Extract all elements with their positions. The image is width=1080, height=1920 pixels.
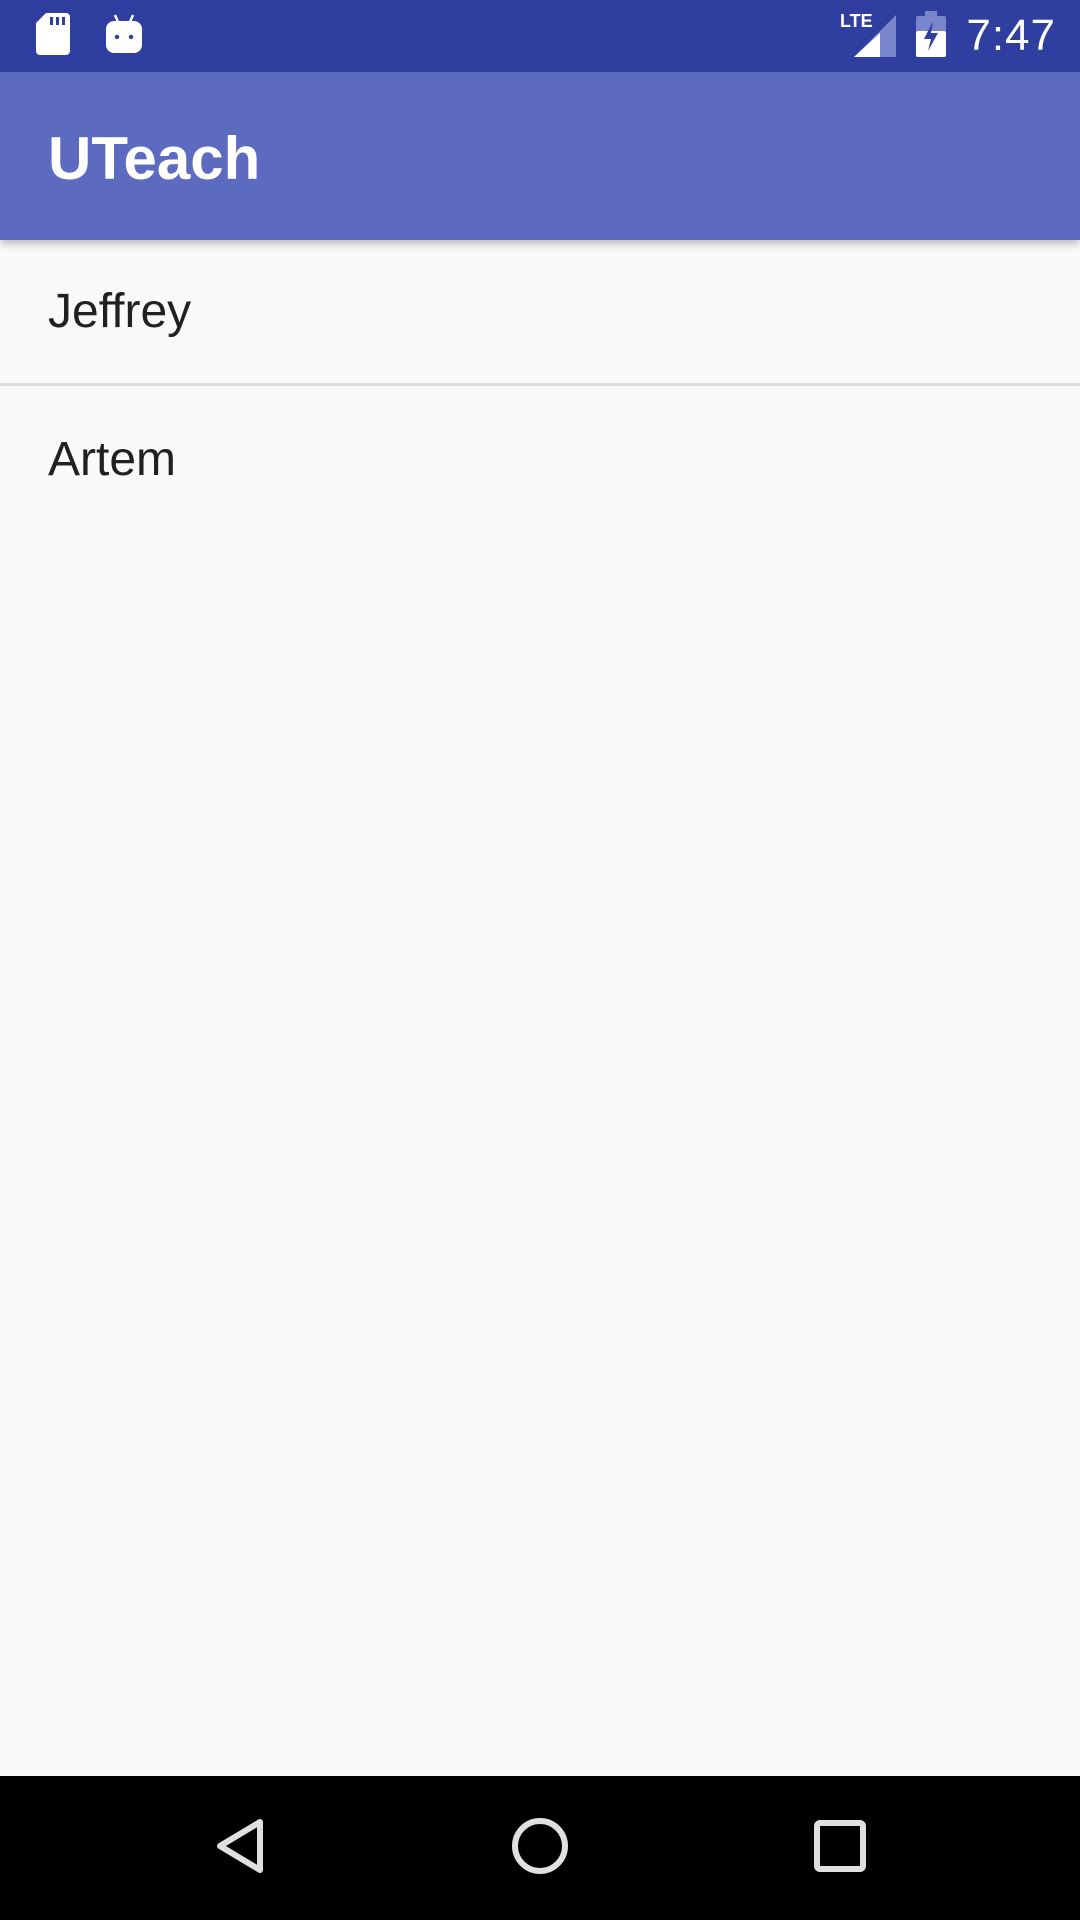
list-item-label: Jeffrey xyxy=(48,285,192,338)
navigation-bar xyxy=(0,1776,1080,1920)
back-icon xyxy=(212,1816,268,1881)
list-item[interactable]: Jeffrey xyxy=(0,240,1080,386)
teacher-list: Jeffrey Artem xyxy=(0,240,1080,532)
lte-signal-icon: LTE xyxy=(840,11,897,62)
status-time: 7:47 xyxy=(966,11,1056,60)
home-button[interactable] xyxy=(460,1776,620,1920)
sd-card-icon xyxy=(36,12,70,60)
home-icon xyxy=(510,1816,570,1881)
app-bar: UTeach xyxy=(0,72,1080,240)
svg-text:LTE: LTE xyxy=(840,11,873,31)
battery-charging-icon xyxy=(916,10,947,62)
list-item[interactable]: Artem xyxy=(0,386,1080,532)
recents-button[interactable] xyxy=(760,1776,920,1920)
list-item-label: Artem xyxy=(48,432,177,486)
status-bar: LTE 7:47 xyxy=(0,0,1080,72)
recents-icon xyxy=(813,1819,867,1878)
back-button[interactable] xyxy=(160,1776,320,1920)
status-left-icons xyxy=(36,0,142,72)
status-right-icons: LTE 7:47 xyxy=(840,0,1056,72)
app-title: UTeach xyxy=(48,125,261,192)
android-debug-icon xyxy=(106,13,142,60)
